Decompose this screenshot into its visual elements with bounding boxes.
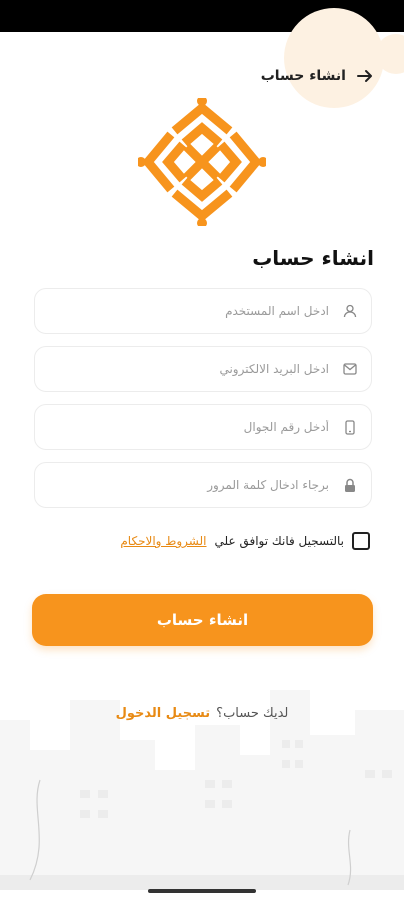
login-link[interactable]: تسجيل الدخول: [116, 706, 211, 721]
mail-icon: [341, 360, 359, 378]
nav-title: انشاء حساب: [260, 68, 346, 84]
email-field[interactable]: [34, 346, 372, 392]
decorative-circle: [284, 8, 384, 108]
password-input[interactable]: [47, 477, 331, 493]
login-row: لديك حساب؟ تسجيل الدخول: [0, 706, 404, 721]
create-account-button[interactable]: انشاء حساب: [32, 594, 373, 646]
terms-checkbox[interactable]: [352, 532, 370, 550]
user-icon: [341, 302, 359, 320]
back-arrow-icon[interactable]: [356, 67, 374, 85]
username-field[interactable]: [34, 288, 372, 334]
have-account-text: لديك حساب؟: [216, 706, 289, 721]
username-input[interactable]: [47, 303, 331, 319]
email-input[interactable]: [47, 361, 331, 377]
phone-icon: [341, 418, 359, 436]
home-indicator: [148, 889, 256, 893]
terms-link[interactable]: الشروط والاحكام: [120, 534, 206, 548]
terms-row: بالتسجيل فانك توافق علي الشروط والاحكام: [120, 530, 370, 552]
page-heading: انشاء حساب: [252, 246, 374, 270]
terms-text: بالتسجيل فانك توافق علي: [214, 534, 344, 548]
top-nav: انشاء حساب: [261, 64, 374, 88]
phone-field[interactable]: [34, 404, 372, 450]
password-field[interactable]: [34, 462, 372, 508]
lock-icon: [341, 476, 359, 494]
app-logo: [138, 98, 266, 226]
phone-input[interactable]: [47, 419, 331, 435]
